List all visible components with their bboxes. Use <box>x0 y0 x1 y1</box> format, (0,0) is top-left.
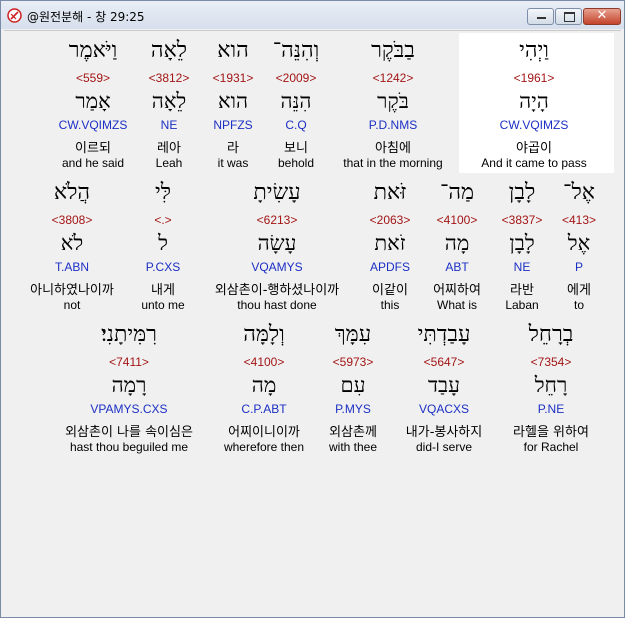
interlinear-panel: וַיְהִי <1961> הָיָה CW.VQIMZS 야곱이 And it cam… <box>4 30 621 616</box>
minimize-icon <box>537 17 546 19</box>
window-title: @원전분해 - 창 29:25 <box>27 10 145 24</box>
word-block[interactable]: רִמִּיתָנִי׃ <7411> רָמָה VPAMYS.CXS 외삼촌이 나를… <box>29 321 229 457</box>
english-gloss: hast thou beguiled me <box>69 440 189 454</box>
korean-gloss: 어찌이니이까 <box>228 425 300 440</box>
hebrew-word: זֹּאת <box>373 180 407 205</box>
lemma-word: אָמַר <box>75 89 111 113</box>
korean-gloss: 야곱이 <box>516 141 552 156</box>
close-button[interactable]: ✕ <box>583 8 621 25</box>
lemma-word: הָיָה <box>519 89 549 113</box>
strong-number[interactable]: <559> <box>76 71 110 85</box>
korean-gloss: 이같이 <box>372 283 408 298</box>
morphology-code: VPAMYS.CXS <box>90 402 168 416</box>
english-gloss: this <box>380 298 400 312</box>
hebrew-word: וַיֹּאמֶר <box>68 38 118 63</box>
lemma-word: זֹאת <box>374 231 406 255</box>
hebrew-word: וַיְהִי <box>519 38 549 63</box>
word-block[interactable]: הֲלֹא <3808> לֹא T.ABN 아니하였나이까 not <box>0 179 172 315</box>
lemma-word: רָמָה <box>111 373 147 397</box>
strong-number[interactable]: <3808> <box>52 213 93 227</box>
lemma-word: עָשָׂה <box>257 231 297 255</box>
english-gloss: And it came to pass <box>481 156 587 170</box>
korean-gloss: 이르되 <box>75 141 111 156</box>
strong-number[interactable]: <7411> <box>109 355 149 369</box>
maximize-icon <box>564 12 575 22</box>
morphology-code: C.P.ABT <box>241 402 287 416</box>
title-bar[interactable]: @원전분해 - 창 29:25 ✕ <box>1 1 624 29</box>
word-block[interactable]: וַיֹּאמֶר <559> אָמַר CW.VQIMZS 이르되 and he sa… <box>0 37 193 173</box>
lemma-word: לֹא <box>60 231 84 255</box>
english-gloss: and he said <box>61 156 125 170</box>
korean-gloss: 외삼촌이 나를 속이심은 <box>65 425 193 440</box>
strong-number[interactable]: <1961> <box>514 71 555 85</box>
korean-gloss: 아니하였나이까 <box>30 283 114 298</box>
hebrew-word: רִמִּיתָנִי׃ <box>101 322 157 347</box>
app-icon <box>7 8 22 23</box>
minimize-button[interactable] <box>527 8 554 25</box>
close-icon: ✕ <box>596 8 608 23</box>
morphology-code: CW.VQIMZS <box>58 118 128 132</box>
hebrew-word: וְלָמָּה <box>243 322 285 347</box>
bible-analysis-window: @원전분해 - 창 29:25 ✕ וַיְהִי <1961> הָיָה CW.V… <box>0 0 625 618</box>
maximize-button[interactable] <box>555 8 582 25</box>
strong-number[interactable]: <4100> <box>244 355 285 369</box>
english-gloss: wherefore then <box>223 440 305 454</box>
hebrew-word: הֲלֹא <box>53 180 91 205</box>
morphology-code: CW.VQIMZS <box>499 118 569 132</box>
morphology-code: T.ABN <box>54 260 90 274</box>
english-gloss: not <box>63 298 81 312</box>
lemma-word: מָה <box>251 373 277 397</box>
